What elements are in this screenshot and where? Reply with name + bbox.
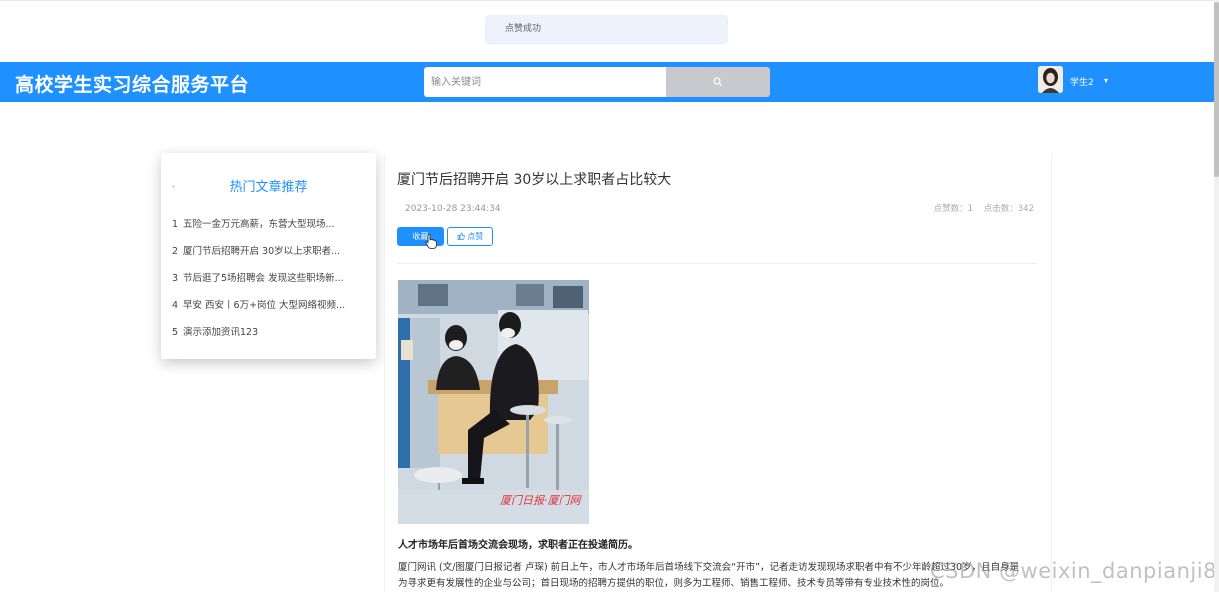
header-bar: 高校学生实习综合服务平台 学生2 ▾ [0,62,1214,102]
item-label: 早安 西安丨6万+岗位 大型网络视频... [183,300,346,311]
search-input[interactable] [424,67,666,97]
hot-article-item[interactable]: 4 早安 西安丨6万+岗位 大型网络视频... [172,297,345,324]
like-button[interactable]: 点赞 [447,227,493,246]
avatar[interactable] [1038,66,1063,93]
thumb-up-icon [457,232,465,240]
csdn-watermark: CSDN @weixin_danpianji889 [930,559,1219,583]
image-watermark: 厦门日报·厦门网 [500,494,581,507]
search-button[interactable] [666,67,770,97]
item-label: 五险一金万元高薪，东营大型现场... [183,219,335,230]
site-title[interactable]: 高校学生实习综合服务平台 [15,70,249,97]
toast-message: 点赞成功 [485,15,728,44]
hot-articles-title: 热门文章推荐 [229,180,308,195]
top-strip: 点赞成功 [0,0,1219,62]
item-number: 4 [172,300,179,311]
hot-article-item[interactable]: 2 厦门节后招聘开启 30岁以上求职者... [172,243,345,270]
article-title: 厦门节后招聘开启 30岁以上求职者占比较大 [397,172,672,188]
article-stats: 点赞数：1 点击数：342 [926,202,1034,214]
article-detail: 厦门节后招聘开启 30岁以上求职者占比较大 2023-10-28 23:44:3… [384,155,1052,592]
search-icon [713,77,723,87]
chevron-down-icon[interactable]: ▾ [1104,76,1108,85]
hot-articles-panel: 热门文章推荐 1 五险一金万元高薪，东营大型现场... 2 厦门节后招聘开启 30岁… [161,153,376,359]
hot-article-item[interactable]: 5 演示添加资讯123 [172,324,345,351]
hot-article-item[interactable]: 3 节后逛了5场招聘会 发现这些职场新... [172,270,345,297]
scrollbar-thumb[interactable] [1214,2,1219,177]
article-lead: 人才市场年后首场交流会现场，求职者正在投递简历。 [398,540,638,551]
item-number: 5 [172,327,179,338]
item-number: 1 [172,219,179,230]
divider [397,263,1037,264]
item-number: 3 [172,273,179,284]
item-number: 2 [172,246,179,257]
article-image: 厦门日报·厦门网 [398,280,589,524]
item-label: 厦门节后招聘开启 30岁以上求职者... [183,246,341,257]
scrollbar[interactable] [1214,0,1219,592]
like-label: 点赞 [467,232,484,241]
hand-cursor-icon [425,234,437,249]
like-count: 点赞数：1 [933,204,974,214]
item-label: 节后逛了5场招聘会 发现这些职场新... [183,273,344,284]
article-date: 2023-10-28 23:44:34 [405,204,501,214]
hot-articles-list: 1 五险一金万元高薪，东营大型现场... 2 厦门节后招聘开启 30岁以上求职者..… [172,216,345,351]
hot-article-item[interactable]: 1 五险一金万元高薪，东营大型现场... [172,216,345,243]
user-name[interactable]: 学生2 [1070,75,1094,88]
click-count: 点击数：342 [983,204,1034,214]
item-label: 演示添加资讯123 [183,327,259,338]
